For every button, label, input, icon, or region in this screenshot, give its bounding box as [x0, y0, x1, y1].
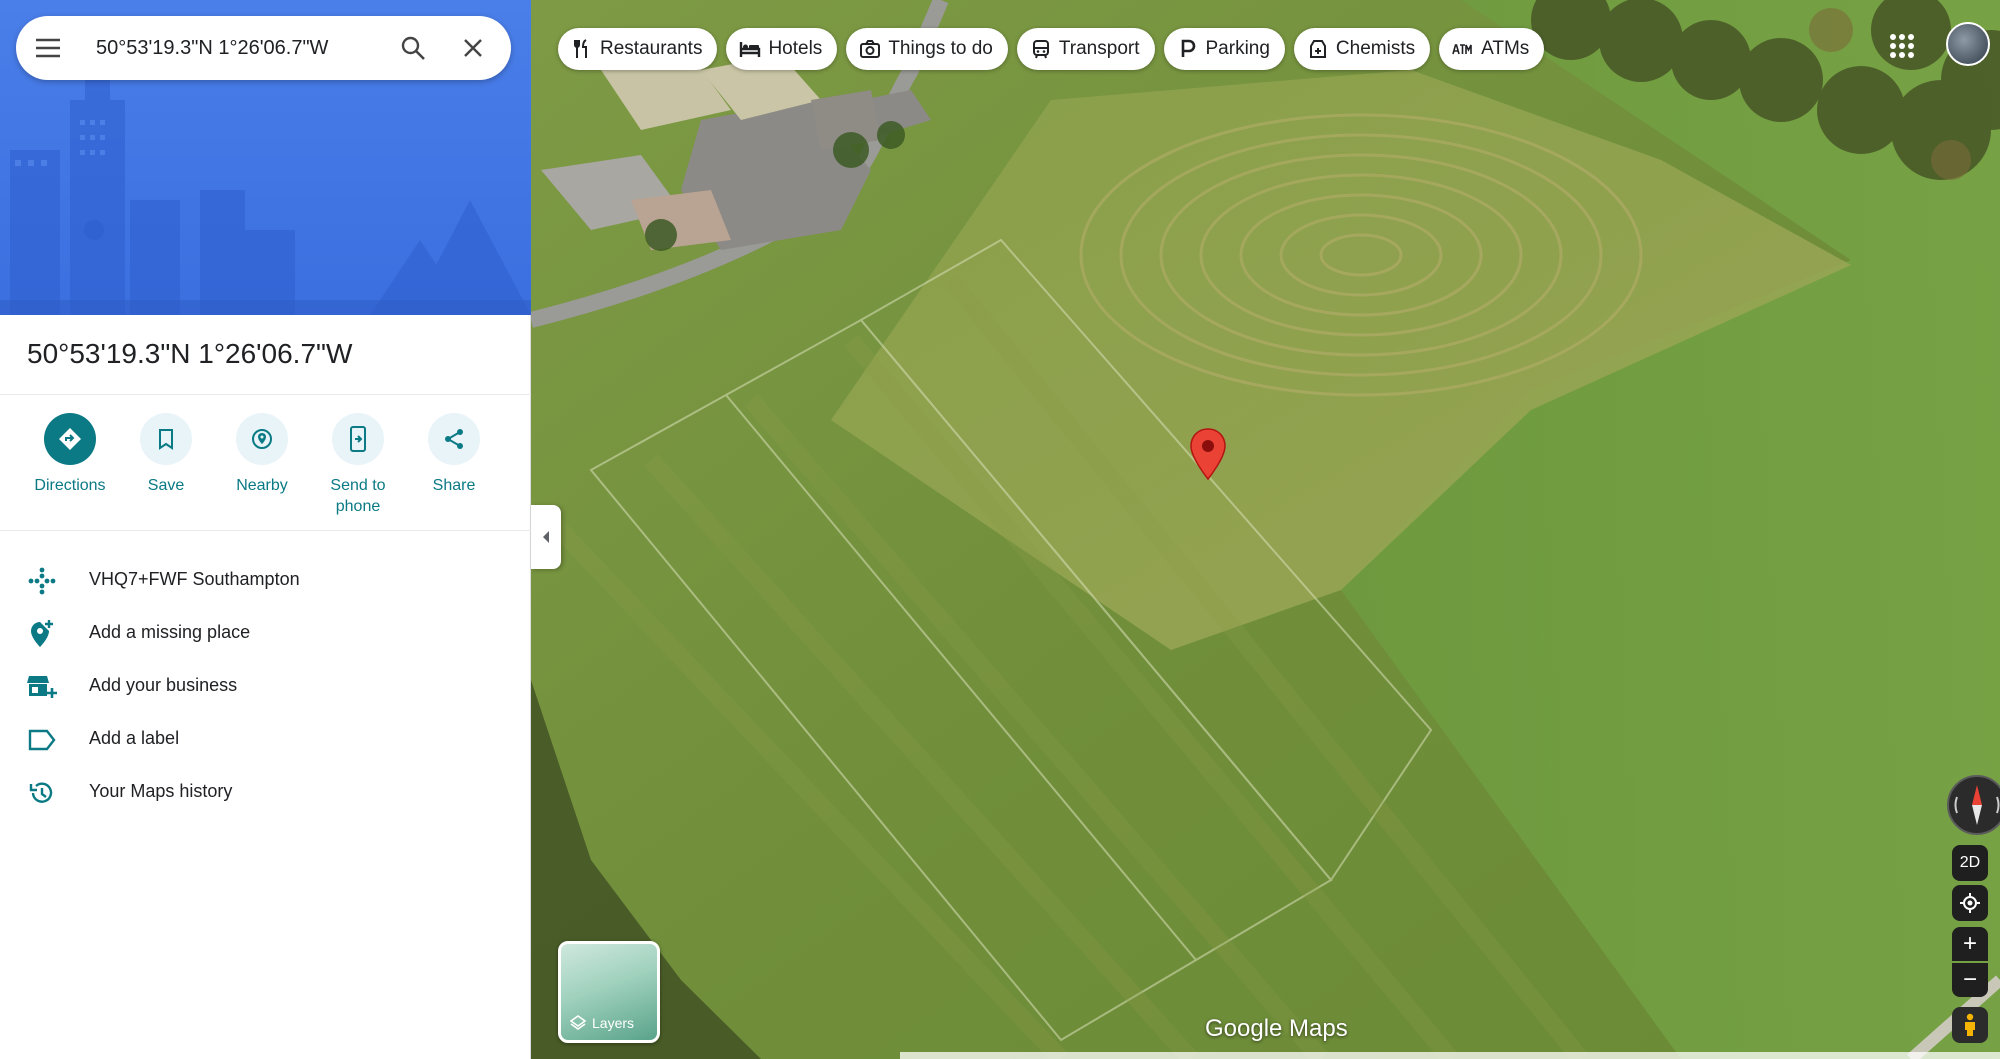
hotel-icon [739, 38, 761, 60]
collapse-panel-button[interactable] [531, 505, 561, 569]
menu-button[interactable] [20, 16, 76, 80]
map-footer-bar [900, 1052, 2000, 1059]
hamburger-menu-icon [36, 38, 60, 58]
side-panel: 50°53'19.3"N 1°26'06.7"W 50°53'19.3"N 1°… [0, 0, 531, 1059]
atm-icon [1452, 38, 1474, 60]
send-to-phone-button[interactable]: Send to phone [310, 413, 406, 517]
category-chips: Restaurants Hotels Things to do Transpor… [558, 28, 1553, 70]
chip-label: Things to do [888, 38, 993, 59]
view-toggle-2d-button[interactable]: 2D [1952, 845, 1988, 881]
maps-history-row[interactable]: Your Maps history [0, 765, 531, 818]
info-row-text: Add your business [89, 675, 238, 695]
chip-label: Transport [1058, 38, 1140, 59]
add-business-row[interactable]: Add your business [0, 659, 531, 712]
chip-label: Parking [1205, 38, 1270, 59]
info-row-text: Your Maps history [89, 781, 233, 801]
plus-code-row[interactable]: VHQ7+FWF Southampton [0, 553, 531, 606]
street-view-pegman-icon[interactable] [1952, 1007, 1988, 1043]
action-label: Share [432, 477, 476, 494]
chip-label: ATMs [1481, 38, 1530, 59]
directions-button[interactable]: Directions [22, 413, 118, 496]
chip-label: Restaurants [600, 38, 703, 59]
info-list: VHQ7+FWF Southampton Add a missing place… [0, 553, 531, 818]
chip-transport[interactable]: Transport [1016, 28, 1155, 70]
chemist-icon [1307, 38, 1329, 60]
send-to-phone-icon [332, 413, 384, 465]
action-label: Send to phone [330, 477, 386, 515]
search-input[interactable]: 50°53'19.3"N 1°26'06.7"W [76, 37, 383, 60]
action-buttons: Directions Save Nearby Send to phone Sha… [22, 413, 512, 523]
search-icon [401, 36, 425, 60]
history-icon [26, 777, 58, 809]
maps-app: Restaurants Hotels Things to do Transpor… [0, 0, 2000, 1059]
layers-label: Layers [592, 1015, 635, 1031]
chip-chemists[interactable]: Chemists [1293, 28, 1431, 70]
search-box: 50°53'19.3"N 1°26'06.7"W [16, 16, 511, 80]
camera-icon [859, 38, 881, 60]
chip-things-to-do[interactable]: Things to do [846, 28, 1008, 70]
add-label-row[interactable]: Add a label [0, 712, 531, 765]
chip-parking[interactable]: Parking [1163, 28, 1285, 70]
info-row-text: Add a missing place [89, 622, 251, 642]
divider [0, 394, 531, 395]
clear-search-button[interactable] [443, 16, 503, 80]
chevron-left-icon [543, 531, 549, 543]
action-label: Save [147, 477, 185, 494]
compass-icon[interactable] [1947, 775, 2000, 835]
google-maps-logo: Google Maps [1205, 1015, 1348, 1042]
add-business-icon [26, 671, 58, 703]
google-apps-icon[interactable] [1884, 28, 1920, 64]
share-button[interactable]: Share [406, 413, 502, 496]
chip-hotels[interactable]: Hotels [726, 28, 838, 70]
chip-atms[interactable]: ATMs [1439, 28, 1545, 70]
transport-icon [1030, 38, 1052, 60]
info-row-text: VHQ7+FWF Southampton [89, 569, 300, 589]
action-label: Nearby [236, 477, 288, 494]
my-location-button[interactable] [1952, 885, 1988, 921]
close-icon [464, 39, 482, 57]
zoom-in-button[interactable]: + [1952, 927, 1988, 961]
restaurant-icon [571, 38, 593, 60]
directions-icon [44, 413, 96, 465]
layers-icon [569, 1015, 587, 1030]
layers-button[interactable]: Layers [558, 941, 660, 1043]
action-label: Directions [34, 477, 106, 494]
satellite-imagery [531, 0, 2000, 1059]
share-icon [428, 413, 480, 465]
search-button[interactable] [383, 16, 443, 80]
label-icon [26, 724, 58, 756]
zoom-out-button[interactable]: − [1952, 963, 1988, 997]
plus-code-icon [26, 565, 58, 597]
my-location-icon [1960, 893, 1980, 913]
save-button[interactable]: Save [118, 413, 214, 496]
chip-restaurants[interactable]: Restaurants [558, 28, 718, 70]
info-row-text: Add a label [89, 728, 180, 748]
add-location-icon [26, 618, 58, 650]
nearby-button[interactable]: Nearby [214, 413, 310, 496]
nearby-icon [236, 413, 288, 465]
location-pin-icon[interactable] [1190, 428, 1226, 480]
chip-label: Hotels [768, 38, 823, 59]
add-missing-place-row[interactable]: Add a missing place [0, 606, 531, 659]
satellite-map[interactable] [531, 0, 2000, 1059]
divider [0, 530, 531, 531]
place-title: 50°53'19.3"N 1°26'06.7"W [27, 338, 353, 369]
chip-label: Chemists [1335, 38, 1416, 59]
account-avatar[interactable] [1946, 22, 1990, 66]
bookmark-icon [140, 413, 192, 465]
parking-icon [1177, 38, 1199, 60]
